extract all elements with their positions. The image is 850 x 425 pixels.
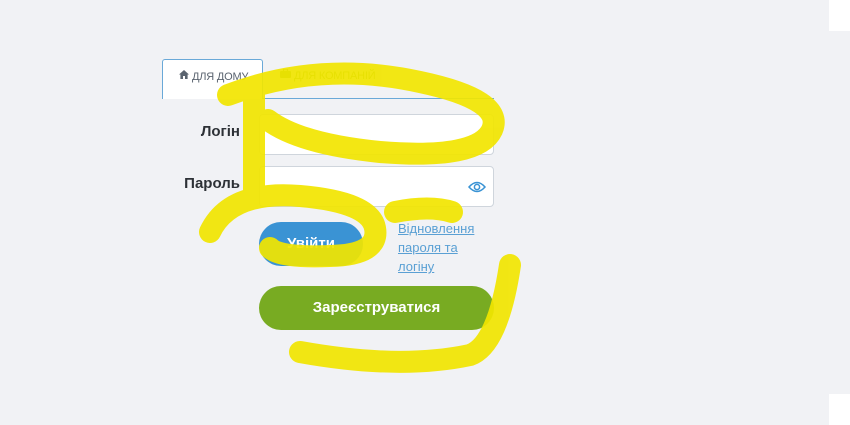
tab-home[interactable]: ДЛЯ ДОМУ xyxy=(162,59,263,99)
register-button[interactable]: Зареєструватися xyxy=(259,286,494,330)
login-button[interactable]: Увійти xyxy=(259,222,363,266)
right-edge-panel-top xyxy=(829,0,850,31)
eye-icon[interactable] xyxy=(467,180,487,194)
home-icon xyxy=(179,59,189,93)
password-label: Пароль xyxy=(184,175,240,192)
briefcase-icon xyxy=(280,58,291,92)
login-form: ДЛЯ ДОМУ ДЛЯ КОМПАНІЙ Логін Пароль Увійт… xyxy=(162,59,502,359)
tab-business-label: ДЛЯ КОМПАНІЙ xyxy=(294,70,376,82)
right-edge-panel-bottom xyxy=(829,394,850,425)
account-type-tabs: ДЛЯ ДОМУ ДЛЯ КОМПАНІЙ xyxy=(162,59,494,99)
recover-password-link[interactable]: Відновлення пароля та логіну xyxy=(398,219,488,276)
tab-home-label: ДЛЯ ДОМУ xyxy=(192,71,249,83)
tab-business[interactable]: ДЛЯ КОМПАНІЙ xyxy=(280,59,420,98)
login-input[interactable] xyxy=(259,114,494,155)
login-label: Логін xyxy=(200,123,240,140)
password-input[interactable] xyxy=(259,166,494,207)
